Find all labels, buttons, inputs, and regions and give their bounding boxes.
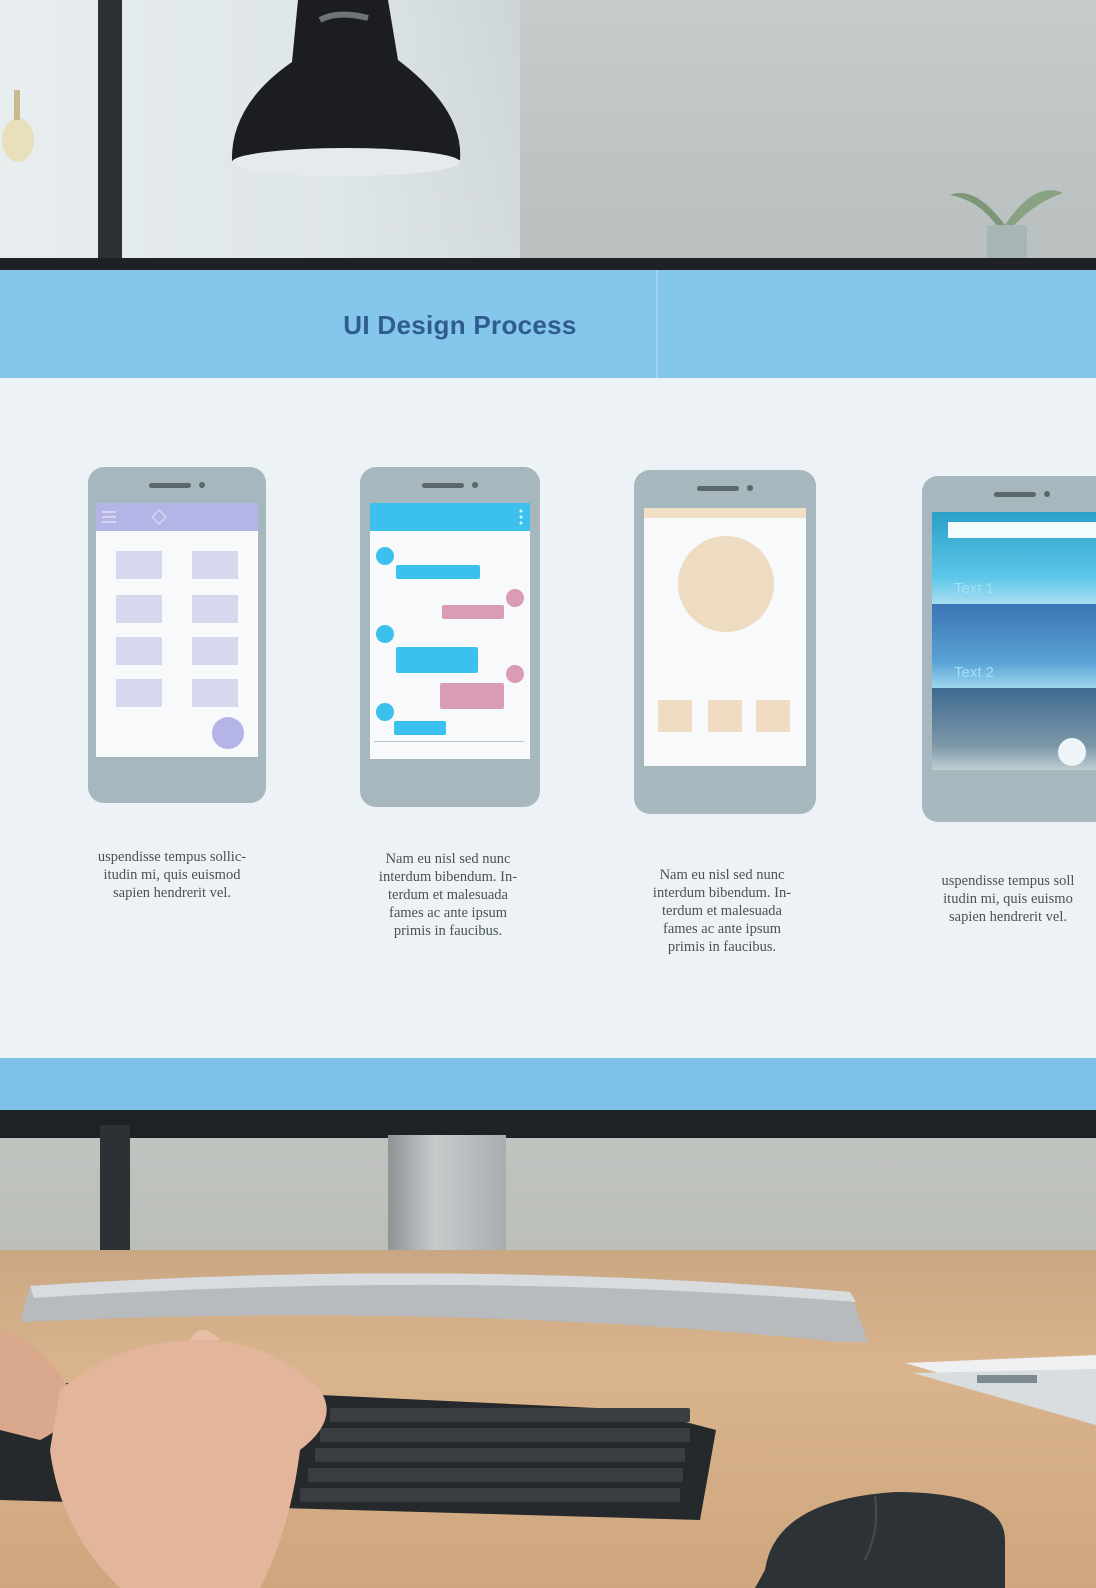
caption-line: primis in faucibus.: [393, 923, 503, 939]
slide-header: UI Design Process: [0, 270, 1096, 378]
thumbnail: [708, 700, 742, 732]
menu-icon: [102, 511, 116, 523]
profile-avatar: [678, 536, 774, 632]
phone-speaker: [149, 483, 191, 488]
monitor-stand-neck: [388, 1135, 506, 1255]
phone-mockup-profile: [634, 470, 816, 814]
phone-caption: uspendisse tempus sollic- itudin mi, qui…: [72, 848, 272, 902]
phone-caption: uspendisse tempus soll itudin mi, quis e…: [908, 872, 1096, 926]
slide-title: UI Design Process: [343, 310, 577, 340]
caption-line: interdum bibendum. In-: [652, 885, 792, 901]
phone-camera: [199, 482, 205, 488]
typing-hands: [0, 1330, 327, 1588]
gallery-label-2: Text 2: [954, 664, 995, 681]
message-bubble-outgoing: [442, 605, 504, 619]
app-bar: [96, 503, 258, 531]
phone-display: Text 1 Text 2: [932, 512, 1096, 770]
caption-line: Nam eu nisl sed nunc: [659, 867, 785, 883]
caption-line: itudin mi, quis euismod: [103, 867, 241, 883]
phone-mockup-gallery: Text 1 Text 2: [922, 476, 1096, 822]
avatar: [376, 547, 394, 565]
thumbnail: [658, 700, 692, 732]
grid-tile: [116, 551, 162, 579]
grid-tile: [192, 679, 238, 707]
caption-line: primis in faucibus.: [667, 939, 777, 955]
thumbnail: [756, 700, 790, 732]
message-bubble-outgoing: [440, 683, 504, 709]
phone-display: [96, 503, 258, 757]
header-divider: [656, 270, 658, 378]
caption-line: terdum et malesuada: [388, 887, 508, 903]
potted-plant: [950, 190, 1063, 265]
grid-tile: [116, 595, 162, 623]
diamond-icon: [151, 509, 167, 525]
caption-line: fames ac ante ipsum: [663, 921, 781, 937]
profile-header-strip: [644, 508, 806, 518]
message-bubble-incoming: [396, 647, 478, 673]
avatar: [506, 665, 524, 683]
phone-camera: [1044, 491, 1050, 497]
message-bubble-incoming: [394, 721, 446, 735]
caption-line: terdum et malesuada: [662, 903, 782, 919]
phone-caption: Nam eu nisl sed nunc interdum bibendum. …: [348, 850, 548, 940]
grid-tile: [192, 637, 238, 665]
avatar: [376, 625, 394, 643]
caption-line: interdum bibendum. In-: [378, 869, 518, 885]
phone-mockup-chat: [360, 467, 540, 807]
phone-speaker: [422, 483, 464, 488]
phone-camera: [472, 482, 478, 488]
gallery-label-1: Text 1: [954, 580, 995, 597]
shelf-post: [98, 0, 122, 265]
phone-speaker: [697, 486, 739, 491]
grid-tile: [192, 551, 238, 579]
paper-stack: [905, 1355, 1096, 1425]
computer-mouse[interactable]: [755, 1480, 1015, 1588]
more-vertical-icon: [519, 509, 523, 525]
fab-button: [212, 717, 244, 749]
chat-app-bar: [370, 503, 530, 531]
grid-tile: [192, 595, 238, 623]
shelf-post: [100, 1125, 130, 1255]
pendant-lamp: [231, 0, 461, 176]
phone-speaker: [994, 492, 1036, 497]
caption-line: sapien hendrerit vel.: [113, 885, 231, 901]
caption-line: uspendisse tempus sollic-: [97, 849, 247, 865]
phone-caption: Nam eu nisl sed nunc interdum bibendum. …: [622, 866, 822, 956]
avatar: [376, 703, 394, 721]
message-bubble-incoming: [396, 565, 480, 579]
caption-line: uspendisse tempus soll: [941, 873, 1075, 889]
chat-input-bar: [374, 741, 524, 742]
caption-line: itudin mi, quis euismo: [943, 891, 1073, 907]
fab-button: [1058, 738, 1086, 766]
hanging-bulb: [2, 90, 34, 162]
grid-tile: [116, 679, 162, 707]
phone-mockup-grid: [88, 467, 266, 803]
caption-line: fames ac ante ipsum: [389, 905, 507, 921]
avatar: [506, 589, 524, 607]
grid-tile: [116, 637, 162, 665]
caption-line: sapien hendrerit vel.: [949, 909, 1067, 925]
slide-footer: [0, 1058, 1096, 1110]
monitor-screen: UI Design Process uspendisse tempus soll…: [0, 270, 1096, 1110]
phone-camera: [747, 485, 753, 491]
phone-display: [370, 503, 530, 759]
caption-line: Nam eu nisl sed nunc: [385, 851, 511, 867]
phone-display: [644, 508, 806, 766]
search-bar: [948, 522, 1096, 538]
